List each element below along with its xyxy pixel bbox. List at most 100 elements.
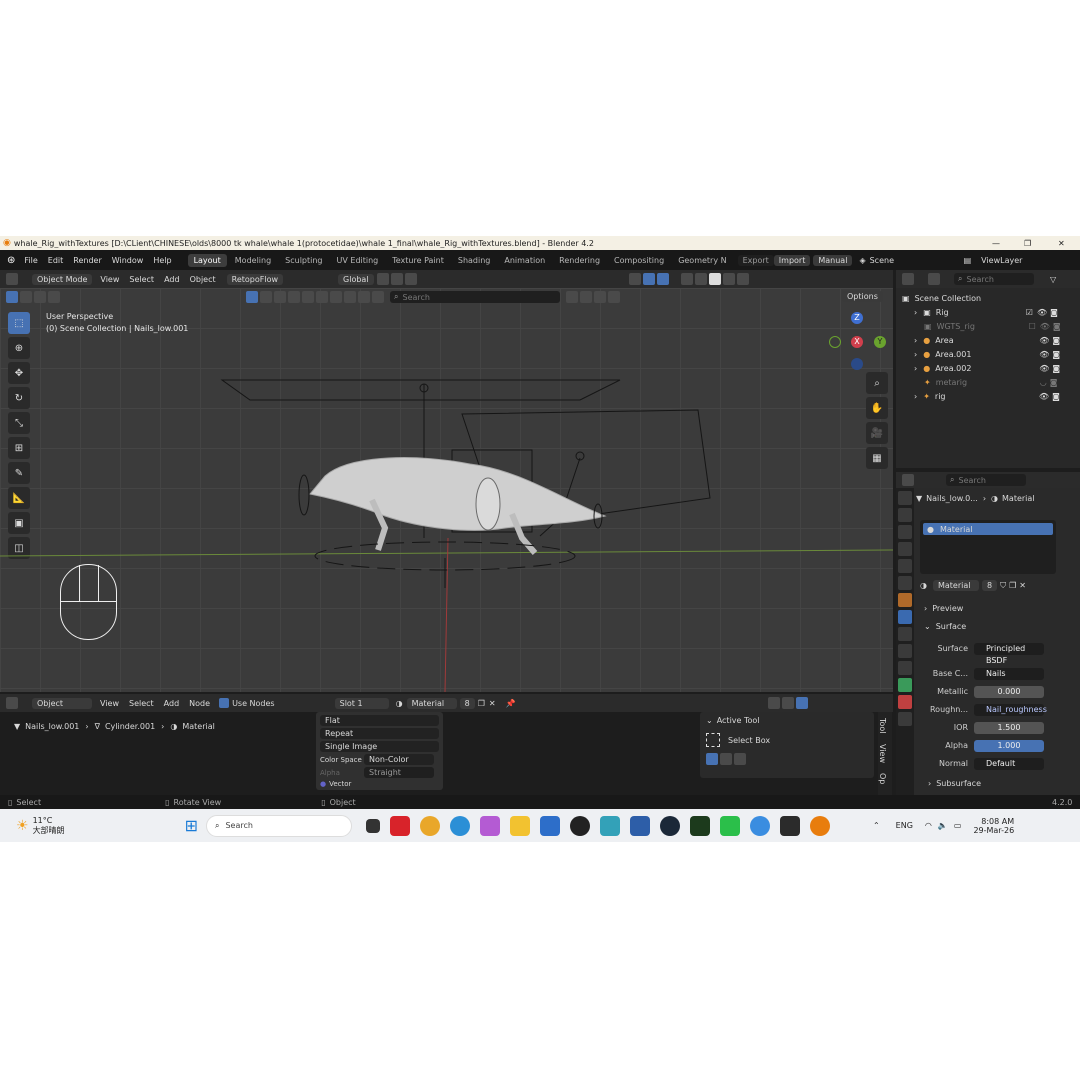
viewport-menu-add[interactable]: Add [159,275,185,284]
retopoflow-menu[interactable]: RetopoFlow [226,273,284,285]
use-nodes-checkbox-icon[interactable] [219,698,230,708]
outliner-search-field[interactable]: ⌕ Search [954,273,1034,285]
viewport-menu-object[interactable]: Object [185,275,221,284]
viewport-menu-select[interactable]: Select [124,275,159,284]
volume-icon[interactable]: 🔈 [938,821,948,830]
normal-field[interactable]: Default [974,757,1044,770]
render-camera-icon[interactable]: ◙ [1052,336,1060,345]
mode-new-icon[interactable] [706,753,718,765]
subsurface-section[interactable]: › Subsurface [914,779,1044,788]
copilot-icon[interactable] [479,815,500,836]
shading-rendered-icon[interactable] [736,273,749,285]
notes-icon[interactable] [629,815,650,836]
node-unlink-icon[interactable]: ✕ [489,699,496,708]
shading-wireframe-icon[interactable] [694,273,707,285]
tab-sculpting[interactable]: Sculpting [279,254,328,267]
orientation-selector[interactable]: Global [338,273,374,285]
obs-icon[interactable] [569,815,590,836]
node-pin-icon[interactable]: 📌 [506,699,516,708]
gizmo-x-axis[interactable]: X [851,336,863,348]
duplicate-icon[interactable]: ❐ [1009,581,1016,590]
outliner-item-area-002[interactable]: › ● Area.002 👁 ◙ [902,361,1074,375]
weather-icon[interactable]: ☀ [16,818,29,834]
world-tab-icon[interactable] [898,576,912,590]
pt-icon[interactable] [689,815,710,836]
tab-layout[interactable]: Layout [187,253,227,267]
render-camera-icon[interactable]: ◙ [1050,308,1058,317]
alpha-field[interactable]: 1.000 [974,739,1044,752]
outliner-item-rig-collection[interactable]: › ▣ Rig ☑ 👁 ◙ [902,305,1074,319]
tab-animation[interactable]: Animation [498,254,551,267]
tray-chevron-icon[interactable]: ⌃ [873,821,880,830]
store-icon[interactable] [539,815,560,836]
alpha-mode-dropdown[interactable]: Straight [364,767,434,778]
constraints-tab-icon[interactable] [898,661,912,675]
menu-window[interactable]: Window [107,256,149,265]
gizmo-neg-z[interactable] [851,358,863,370]
modifier-tab-icon[interactable] [898,610,912,624]
wechat-icon[interactable] [719,815,740,836]
pivot-icon[interactable] [376,273,389,285]
close-button[interactable]: ✕ [1058,239,1065,248]
fake-user-icon[interactable]: ⛉ [1000,581,1006,591]
active-tool-row[interactable]: Select Box [706,733,868,747]
data-tab-icon[interactable] [898,678,912,692]
render-camera-icon[interactable]: ◙ [1052,350,1060,359]
node-material-field[interactable]: Material [406,697,457,709]
sidebar-tab-op[interactable]: Op [878,773,887,784]
menu-help[interactable]: Help [148,256,176,265]
snap-icon[interactable] [390,273,403,285]
vector-socket-icon[interactable]: ● [320,780,326,788]
blender-menu-icon[interactable]: ⊛ [7,255,15,266]
maximize-button[interactable]: ❐ [1024,239,1031,248]
view-layer-tab-icon[interactable] [898,542,912,556]
scene-selector[interactable]: Scene [870,256,924,265]
tab-modeling[interactable]: Modeling [229,254,277,267]
eye-icon[interactable]: 👁 [1039,364,1049,373]
weather-widget[interactable]: 11°C 大部晴朗 [33,816,65,836]
outliner-item-area[interactable]: › ● Area 👁 ◙ [902,333,1074,347]
render-tab-icon[interactable] [898,508,912,522]
color-space-dropdown[interactable]: Non-Color [364,754,434,765]
object-tab-icon[interactable] [898,593,912,607]
node-snap-icon[interactable] [767,697,780,709]
viewport-menu-view[interactable]: View [95,275,124,284]
scene-tab-icon[interactable] [898,559,912,573]
node-menu-view[interactable]: View [95,699,124,708]
navigation-gizmo[interactable]: Z X Y [826,310,892,376]
eye-hidden-icon[interactable]: ◡ [1040,378,1047,387]
sidebar-tab-view[interactable]: View [878,744,887,763]
chat-icon[interactable] [749,815,770,836]
outliner-filter-icon[interactable]: ▽ [1050,275,1056,284]
roughness-field[interactable]: Nail_roughness [974,703,1047,716]
particles-tab-icon[interactable] [898,627,912,641]
file-explorer-icon[interactable] [509,815,530,836]
node-overlay-icon[interactable] [781,697,794,709]
grid-icon[interactable]: ▦ [866,447,888,469]
manual-button[interactable]: Manual [813,254,853,266]
tab-texture-paint[interactable]: Texture Paint [386,254,450,267]
node-gizmo-icon[interactable] [795,697,808,709]
outliner-root[interactable]: ▣ Scene Collection [902,291,1074,305]
blender-taskbar-icon[interactable] [809,815,830,836]
tab-uv-editing[interactable]: UV Editing [331,254,385,267]
sidebar-tab-tool[interactable]: Tool [878,718,887,734]
node-editor-type-icon[interactable] [6,697,18,709]
tool-tab-icon[interactable] [898,491,912,505]
outliner-display-mode-icon[interactable] [928,273,940,285]
material-name-field[interactable]: Material [932,580,979,591]
node-editor[interactable]: ▼ Nails_low.001 › ∇ Cylinder.001 › ◑ Mat… [0,712,893,795]
mode-extend-icon[interactable] [720,753,732,765]
material-browse-icon[interactable]: ◑ [920,581,927,590]
expand-arrow-icon[interactable]: › [914,336,917,345]
outliner-item-wgts[interactable]: ▣ WGTS_rig ☐ 👁 ◙ [902,319,1074,333]
gizmo-neg-y[interactable] [829,336,841,348]
ior-field[interactable]: 1.500 [974,721,1044,734]
image-texture-node[interactable]: Flat Repeat Single Image Color Space Non… [316,712,443,790]
tab-geometry-nodes[interactable]: Geometry N [672,254,732,267]
eye-icon[interactable]: 👁 [1037,308,1047,317]
metallic-field[interactable]: 0.000 [974,685,1044,698]
render-camera-icon[interactable]: ◙ [1052,392,1060,401]
editor-type-icon[interactable] [6,273,18,285]
interpolation-dropdown[interactable]: Flat [320,715,439,726]
